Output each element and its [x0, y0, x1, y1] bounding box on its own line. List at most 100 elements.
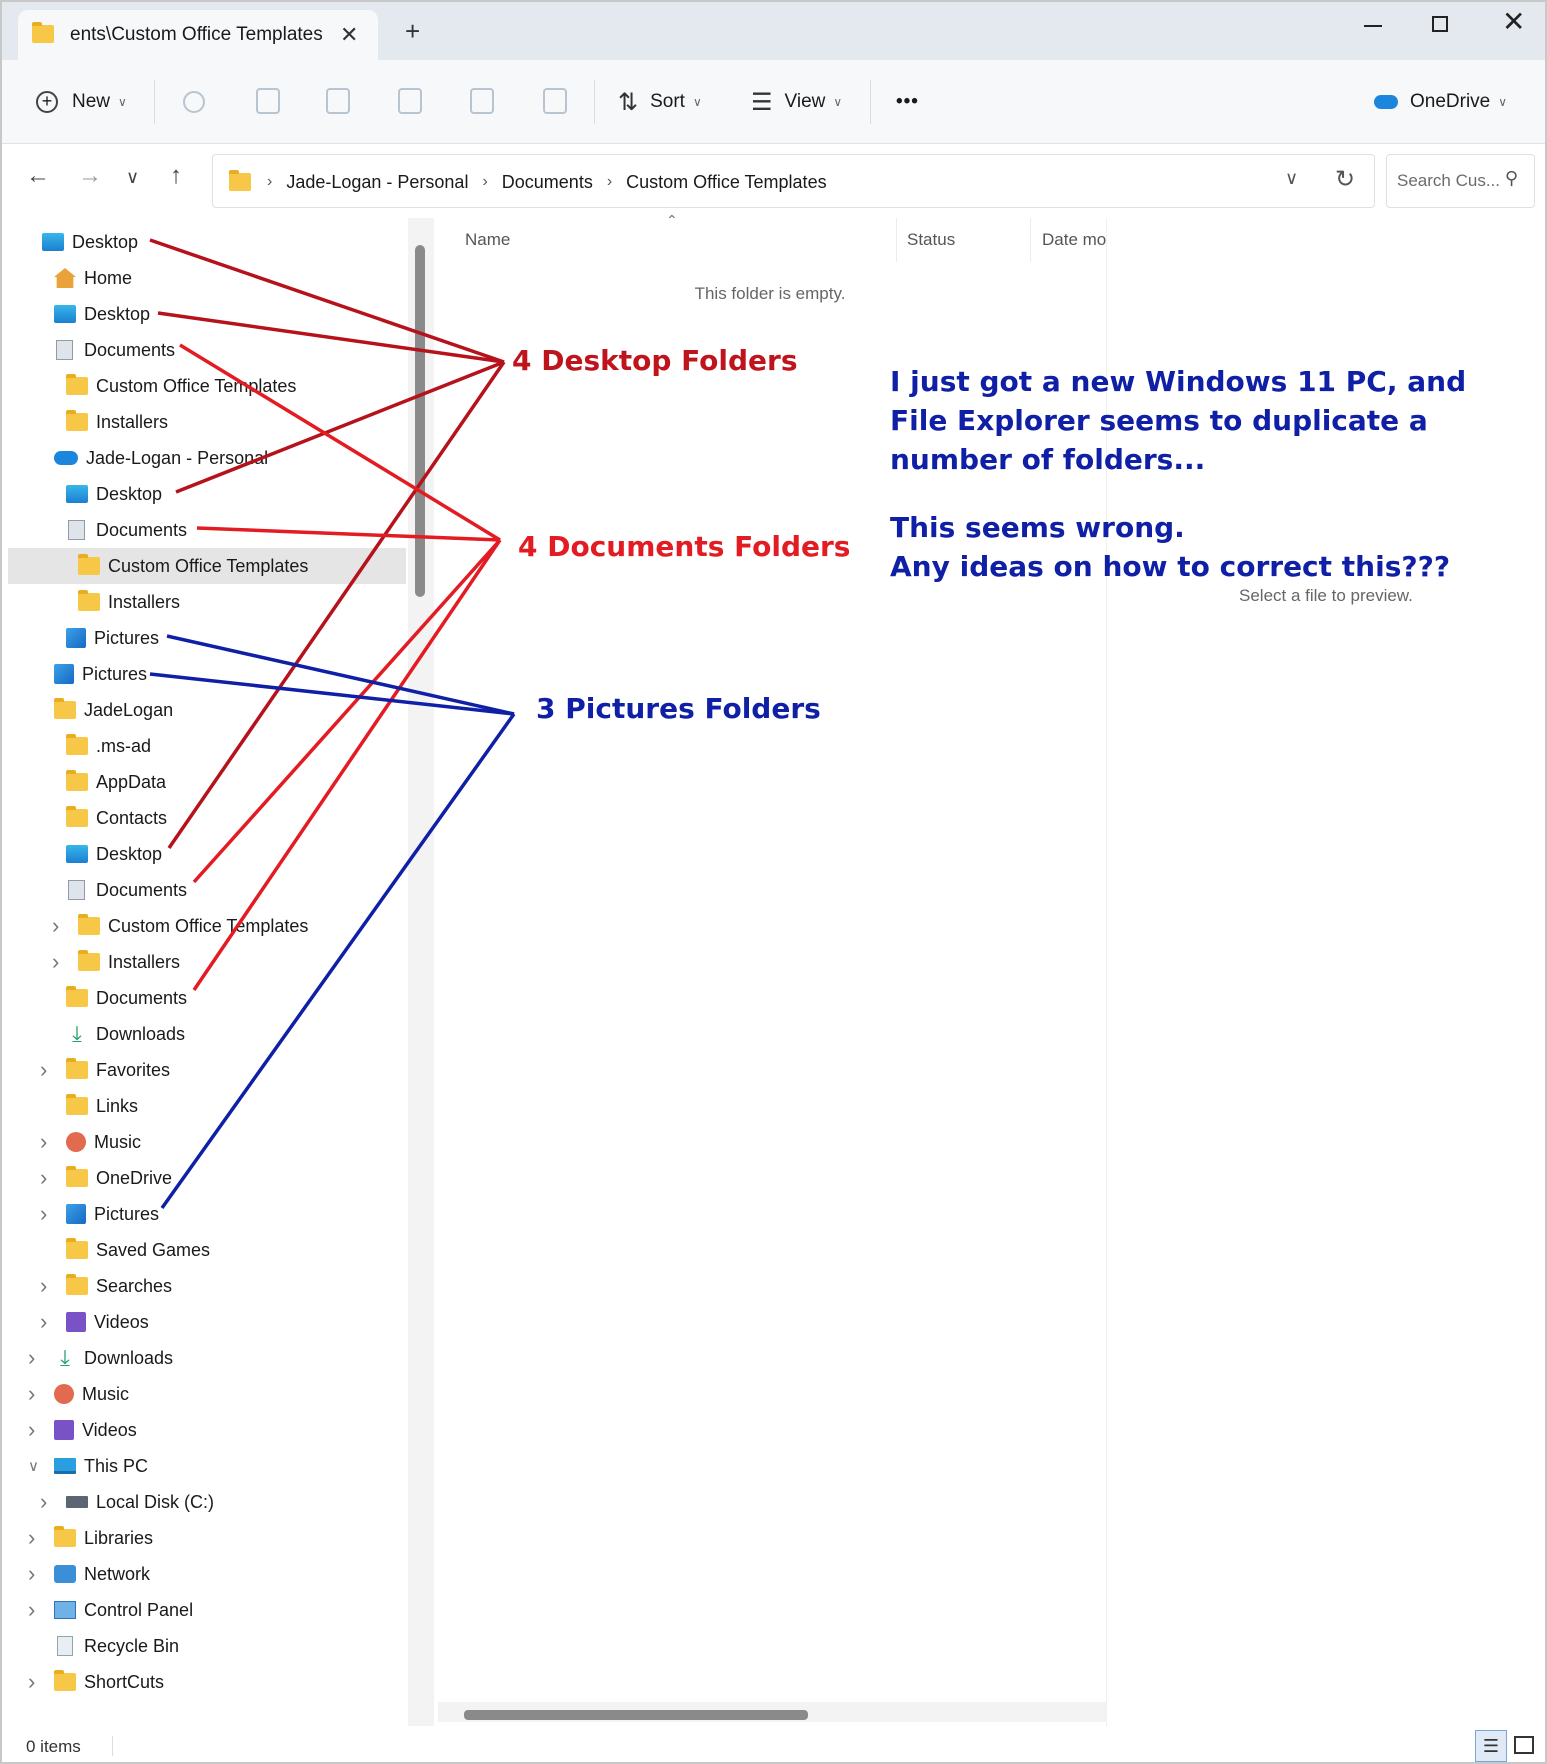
up-arrow-icon[interactable]: ↑	[170, 164, 182, 188]
minimize-button[interactable]	[1364, 25, 1382, 27]
chevron-right-icon[interactable]: ›	[52, 913, 59, 939]
chevron-right-icon[interactable]: ›	[40, 1309, 47, 1335]
copy-icon[interactable]	[256, 88, 280, 114]
breadcrumb-custom-office-templates[interactable]: Custom Office Templates	[626, 172, 826, 193]
chevron-right-icon[interactable]: ›	[28, 1525, 35, 1551]
chevron-right-icon[interactable]: ›	[40, 1057, 47, 1083]
address-bar[interactable]: › Jade-Logan - Personal › Documents › Cu…	[212, 154, 1375, 208]
close-window-button[interactable]: ✕	[1502, 8, 1525, 36]
nav-tree-item-label: Music	[94, 1131, 142, 1152]
nav-tree-item[interactable]: Contacts	[2, 800, 167, 836]
nav-tree-item[interactable]: › Control Panel	[2, 1592, 193, 1628]
chevron-right-icon[interactable]: ›	[28, 1345, 35, 1371]
nav-tree-item[interactable]: › Installers	[2, 944, 180, 980]
chevron-right-icon[interactable]: ›	[40, 1489, 47, 1515]
nav-tree-item[interactable]: Links	[2, 1088, 138, 1124]
chevron-right-icon[interactable]: ›	[40, 1129, 47, 1155]
breadcrumb-jade-logan-personal[interactable]: Jade-Logan - Personal	[286, 172, 468, 193]
nav-tree-item[interactable]: ⤓ Downloads	[2, 1016, 185, 1052]
nav-tree-item[interactable]: Desktop	[2, 476, 162, 512]
nav-tree-item[interactable]: › OneDrive	[2, 1160, 172, 1196]
nav-tree-item[interactable]: Home	[2, 260, 132, 296]
recent-locations-chevron-icon[interactable]: ∨	[126, 168, 139, 186]
onedrive-label: OneDrive	[1410, 91, 1491, 112]
nav-tree-item[interactable]: Documents	[2, 980, 187, 1016]
nav-tree-item[interactable]: AppData	[2, 764, 166, 800]
nav-tree-item[interactable]: › Videos	[2, 1304, 149, 1340]
nav-tree-item[interactable]: Documents	[2, 512, 187, 548]
chevron-right-icon[interactable]: ›	[52, 949, 59, 975]
nav-tree-item[interactable]: › Pictures	[2, 1196, 159, 1232]
refresh-icon[interactable]: ↻	[1335, 165, 1355, 194]
nav-tree-item[interactable]: › Music	[2, 1124, 141, 1160]
chevron-right-icon[interactable]: ›	[40, 1273, 47, 1299]
share-icon[interactable]	[470, 88, 494, 114]
nav-tree-item[interactable]: › Network	[2, 1556, 150, 1592]
nav-tree-item[interactable]: › Music	[2, 1376, 129, 1412]
nav-tree-item[interactable]: › Libraries	[2, 1520, 153, 1556]
chevron-right-icon[interactable]: ›	[40, 1201, 47, 1227]
nav-tree-item[interactable]: Pictures	[2, 656, 147, 692]
chevron-right-icon[interactable]: ›	[28, 1597, 35, 1623]
nav-tree-item[interactable]: Desktop	[2, 836, 162, 872]
active-tab[interactable]: ents\Custom Office Templates ✕	[18, 10, 378, 60]
maximize-button[interactable]	[1432, 16, 1448, 32]
nav-tree-item[interactable]: Saved Games	[2, 1232, 210, 1268]
column-divider[interactable]	[1030, 218, 1031, 262]
nav-tree-item[interactable]: Custom Office Templates	[8, 548, 406, 584]
onedrive-button[interactable]: OneDrive ∨	[1374, 60, 1507, 144]
view-button[interactable]: ☰ View ∨	[751, 60, 842, 144]
nav-tree-item[interactable]: Pictures	[2, 620, 159, 656]
rename-icon[interactable]	[398, 88, 422, 114]
nav-tree-item[interactable]: Desktop	[2, 296, 150, 332]
close-tab-icon[interactable]: ✕	[340, 22, 358, 48]
breadcrumb-documents[interactable]: Documents	[502, 172, 593, 193]
paste-icon[interactable]	[326, 88, 350, 114]
navigation-scrollbar-thumb[interactable]	[415, 245, 425, 597]
nav-tree-item[interactable]: › Favorites	[2, 1052, 170, 1088]
nav-tree-item-label: Desktop	[96, 843, 163, 864]
nav-tree-item[interactable]: › Searches	[2, 1268, 172, 1304]
nav-tree-item[interactable]: JadeLogan	[2, 692, 173, 728]
new-button[interactable]: + New ∨	[36, 60, 127, 144]
more-options-button[interactable]: •••	[896, 60, 919, 144]
nav-tree-item[interactable]: Jade-Logan - Personal	[2, 440, 268, 476]
chevron-right-icon[interactable]: ›	[40, 1165, 47, 1191]
videos-icon	[54, 1420, 74, 1440]
downloads-icon: ⤓	[60, 1345, 70, 1370]
tiles-view-icon[interactable]	[1514, 1736, 1534, 1754]
nav-tree-item[interactable]: .ms-ad	[2, 728, 151, 764]
forward-arrow-icon[interactable]: →	[78, 164, 102, 188]
nav-tree-item[interactable]: Installers	[2, 584, 180, 620]
nav-tree-item[interactable]: › Videos	[2, 1412, 137, 1448]
search-box[interactable]: Search Cus... ⚲	[1386, 154, 1535, 208]
nav-tree-item[interactable]: Documents	[2, 872, 187, 908]
nav-tree-item[interactable]: › Custom Office Templates	[2, 908, 308, 944]
chevron-right-icon[interactable]: ›	[28, 1561, 35, 1587]
nav-tree-item[interactable]: › ⤓ Downloads	[2, 1340, 173, 1376]
chevron-right-icon[interactable]: ›	[28, 1669, 35, 1695]
column-header-status[interactable]: Status	[907, 230, 955, 250]
chevron-right-icon[interactable]: ›	[28, 1381, 35, 1407]
nav-tree-item[interactable]: ∨ This PC	[2, 1448, 148, 1484]
column-header-name[interactable]: Name	[465, 230, 510, 250]
horizontal-scrollbar-thumb[interactable]	[464, 1710, 808, 1720]
column-divider[interactable]	[896, 218, 897, 262]
delete-icon[interactable]	[543, 88, 567, 114]
chevron-down-icon[interactable]: ∨	[28, 1457, 39, 1475]
chevron-right-icon[interactable]: ›	[28, 1417, 35, 1443]
cut-icon[interactable]	[183, 91, 205, 113]
sort-button[interactable]: ⇅ Sort ∨	[618, 60, 702, 144]
column-header-date-modified[interactable]: Date mo	[1042, 230, 1106, 250]
nav-tree-item[interactable]: Installers	[2, 404, 168, 440]
new-tab-button[interactable]: +	[405, 18, 420, 44]
nav-tree-item[interactable]: › Local Disk (C:)	[2, 1484, 214, 1520]
nav-tree-item[interactable]: Documents	[2, 332, 175, 368]
nav-tree-item[interactable]: Recycle Bin	[2, 1628, 179, 1664]
nav-tree-item[interactable]: › ShortCuts	[2, 1664, 164, 1700]
back-arrow-icon[interactable]: ←	[26, 164, 50, 188]
address-dropdown-icon[interactable]: ∨	[1285, 168, 1298, 189]
nav-tree-item[interactable]: Custom Office Templates	[2, 368, 296, 404]
details-view-icon[interactable]: ☰	[1475, 1730, 1507, 1762]
nav-tree-item[interactable]: Desktop	[2, 224, 138, 260]
